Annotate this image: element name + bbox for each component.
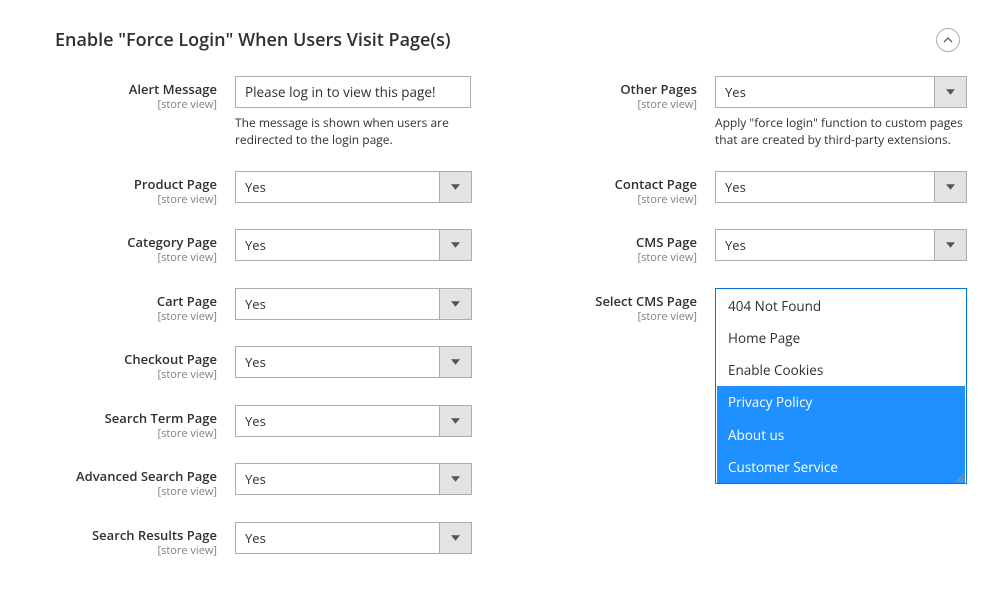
label-product-page: Product Page [134,175,217,193]
label-select-cms-page: Select CMS Page [595,292,697,310]
resize-handle-icon[interactable] [955,472,965,482]
caret-down-icon [439,230,471,260]
scope-hint: [store view] [535,193,697,207]
collapse-toggle[interactable] [936,28,960,52]
caret-down-icon [439,464,471,494]
other-pages-select[interactable]: Yes [715,76,967,108]
field-checkout-page: Checkout Page [store view] Yes [55,346,479,382]
field-contact-page: Contact Page [store view] Yes [535,171,960,207]
label-search-results-page: Search Results Page [92,526,217,544]
cart-page-select[interactable]: Yes [235,288,472,320]
scope-hint: [store view] [55,310,217,324]
label-search-term-page: Search Term Page [105,409,217,427]
checkout-page-select[interactable]: Yes [235,346,472,378]
select-cms-multiselect[interactable]: 404 Not FoundHome PageEnable CookiesPriv… [715,288,967,484]
field-alert-message: Alert Message [store view] The message i… [55,76,479,149]
field-search-results-page: Search Results Page [store view] Yes [55,522,479,558]
section-header: Enable "Force Login" When Users Visit Pa… [55,28,960,52]
search-results-page-select[interactable]: Yes [235,522,472,554]
caret-down-icon [934,230,966,260]
alert-message-input[interactable] [235,76,471,108]
caret-down-icon [439,523,471,553]
field-search-term-page: Search Term Page [store view] Yes [55,405,479,441]
label-other-pages: Other Pages [620,80,697,98]
scope-hint: [store view] [55,251,217,265]
alert-message-note: The message is shown when users are redi… [235,114,475,149]
field-product-page: Product Page [store view] Yes [55,171,479,207]
cms-page-select[interactable]: Yes [715,229,967,261]
label-checkout-page: Checkout Page [124,350,217,368]
field-cart-page: Cart Page [store view] Yes [55,288,479,324]
caret-down-icon [439,406,471,436]
scope-hint: [store view] [55,368,217,382]
scope-hint: [store view] [55,485,217,499]
field-category-page: Category Page [store view] Yes [55,229,479,265]
chevron-up-icon [943,31,953,49]
scope-hint: [store view] [55,544,217,558]
product-page-select[interactable]: Yes [235,171,472,203]
caret-down-icon [439,172,471,202]
scope-hint: [store view] [535,251,697,265]
field-cms-page: CMS Page [store view] Yes [535,229,960,265]
label-category-page: Category Page [127,233,217,251]
label-cart-page: Cart Page [157,292,217,310]
cms-option[interactable]: Customer Service [717,451,965,483]
scope-hint: [store view] [55,98,217,112]
category-page-select[interactable]: Yes [235,229,472,261]
advanced-search-page-select[interactable]: Yes [235,463,472,495]
cms-option[interactable]: Home Page [717,322,965,354]
other-pages-note: Apply "force login" function to custom p… [715,114,967,149]
caret-down-icon [934,77,966,107]
cms-option[interactable]: About us [717,419,965,451]
scope-hint: [store view] [535,98,697,112]
caret-down-icon [439,289,471,319]
contact-page-select[interactable]: Yes [715,171,967,203]
right-column: Other Pages [store view] Yes Apply "forc… [535,76,960,580]
scope-hint: [store view] [55,193,217,207]
search-term-page-select[interactable]: Yes [235,405,472,437]
cms-option[interactable]: Privacy Policy [717,386,965,418]
section-title: Enable "Force Login" When Users Visit Pa… [55,28,451,52]
caret-down-icon [934,172,966,202]
label-advanced-search-page: Advanced Search Page [76,467,217,485]
field-other-pages: Other Pages [store view] Yes Apply "forc… [535,76,960,149]
field-advanced-search-page: Advanced Search Page [store view] Yes [55,463,479,499]
scope-hint: [store view] [55,427,217,441]
cms-option[interactable]: 404 Not Found [717,290,965,322]
left-column: Alert Message [store view] The message i… [55,76,479,580]
cms-option[interactable]: Enable Cookies [717,354,965,386]
label-alert-message: Alert Message [129,80,217,98]
field-select-cms-page: Select CMS Page [store view] 404 Not Fou… [535,288,960,484]
label-contact-page: Contact Page [615,175,697,193]
caret-down-icon [439,347,471,377]
scope-hint: [store view] [535,310,697,324]
config-section: Enable "Force Login" When Users Visit Pa… [0,0,1000,580]
label-cms-page: CMS Page [636,233,697,251]
